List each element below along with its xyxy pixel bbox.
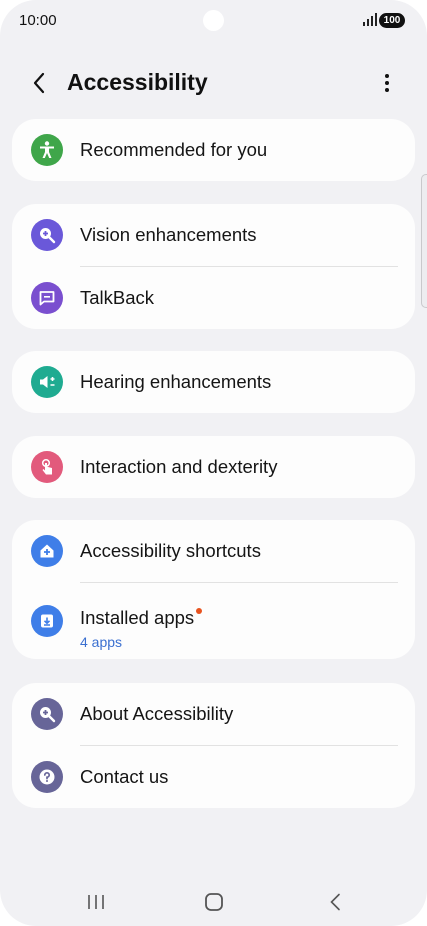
talkback-label: TalkBack — [80, 287, 155, 308]
home-button[interactable] — [194, 888, 234, 916]
back-nav-icon — [330, 893, 340, 911]
hearing-enhancements-label: Hearing enhancements — [80, 371, 272, 392]
info-search-icon — [31, 698, 63, 730]
recommended-label: Recommended for you — [80, 139, 268, 160]
vision-enhancements-item[interactable]: Vision enhancements — [12, 204, 415, 266]
touch-hand-icon — [31, 451, 63, 483]
contact-us-label: Contact us — [80, 766, 169, 787]
accessibility-person-icon — [31, 134, 63, 166]
interaction-dexterity-item[interactable]: Interaction and dexterity — [12, 436, 415, 498]
navigation-bar — [0, 880, 427, 924]
installed-apps-label: Installed apps — [80, 607, 203, 629]
status-bar: 10:00 100 — [0, 0, 427, 42]
home-icon — [205, 893, 223, 911]
front-camera — [203, 10, 224, 31]
settings-group-about: About Accessibility Contact us — [12, 683, 415, 808]
talkback-item[interactable]: TalkBack — [12, 267, 415, 329]
recent-apps-button[interactable] — [76, 888, 116, 916]
more-options-button[interactable] — [373, 68, 401, 98]
vision-enhancements-label: Vision enhancements — [80, 224, 257, 245]
interaction-dexterity-label: Interaction and dexterity — [80, 456, 278, 477]
settings-group-vision: Vision enhancements TalkBack — [12, 204, 415, 329]
about-accessibility-item[interactable]: About Accessibility — [12, 683, 415, 745]
accessibility-shortcuts-item[interactable]: Accessibility shortcuts — [12, 520, 415, 582]
recommended-item[interactable]: Recommended for you — [12, 119, 415, 181]
download-icon — [31, 605, 63, 637]
home-plus-icon — [31, 535, 63, 567]
installed-apps-count: 4 apps — [80, 634, 123, 650]
back-arrow-icon — [33, 72, 45, 94]
edge-panel-handle[interactable] — [421, 174, 427, 308]
installed-apps-item[interactable]: Installed apps 4 apps — [12, 583, 415, 659]
more-vertical-icon — [385, 74, 389, 92]
about-accessibility-label: About Accessibility — [80, 703, 234, 724]
back-nav-button[interactable] — [315, 888, 355, 916]
zoom-in-icon — [31, 219, 63, 251]
question-icon — [31, 761, 63, 793]
signal-icon — [363, 13, 377, 31]
settings-group-shortcuts: Accessibility shortcuts Installed apps 4… — [12, 520, 415, 659]
settings-group-recommended: Recommended for you — [12, 119, 415, 181]
battery-indicator: 100 — [379, 13, 405, 28]
settings-group-interaction: Interaction and dexterity — [12, 436, 415, 498]
status-time: 10:00 — [19, 12, 57, 29]
contact-us-item[interactable]: Contact us — [12, 746, 415, 808]
volume-icon — [31, 366, 63, 398]
phone-screen: 10:00 100 Accessibility Recommended for … — [0, 0, 427, 926]
app-bar: Accessibility — [0, 58, 427, 108]
settings-group-hearing: Hearing enhancements — [12, 351, 415, 413]
new-badge-dot — [196, 608, 203, 614]
recent-apps-icon — [88, 895, 104, 909]
back-button[interactable] — [24, 68, 54, 98]
accessibility-shortcuts-label: Accessibility shortcuts — [80, 540, 261, 561]
chat-bubble-icon — [31, 282, 63, 314]
hearing-enhancements-item[interactable]: Hearing enhancements — [12, 351, 415, 413]
page-title: Accessibility — [67, 69, 208, 95]
